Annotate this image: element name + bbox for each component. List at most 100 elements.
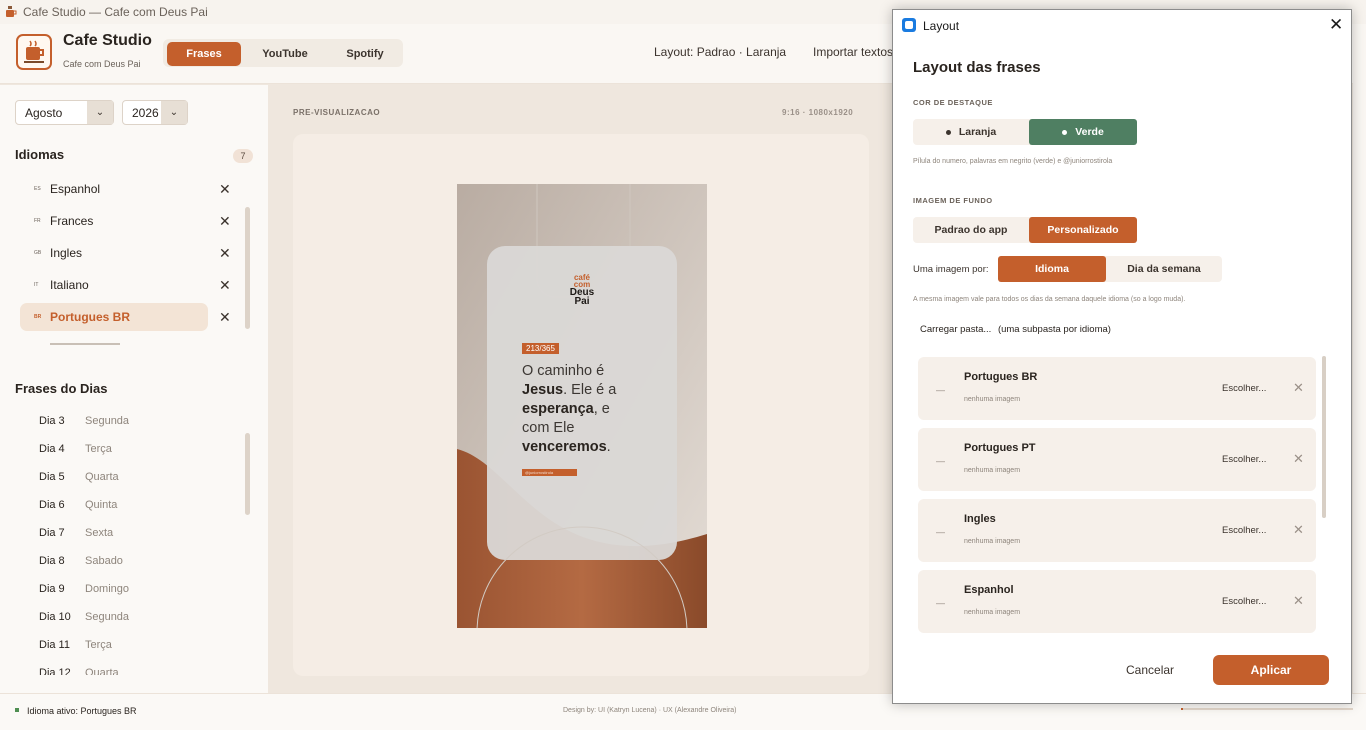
language-item[interactable]: IT Italiano	[20, 271, 208, 299]
quote-text: . Ele é a	[563, 382, 617, 398]
image-row: — Portugues BR nenhuma imagem Escolher... ✕	[918, 357, 1316, 420]
apply-button[interactable]: Aplicar	[1213, 655, 1329, 685]
day-counter-pill: 213/365	[522, 343, 559, 354]
image-row: — Espanhol nenhuma imagem Escolher... ✕	[918, 570, 1316, 633]
accent-note: Pílula do numero, palavras em negrito (v…	[913, 158, 1113, 165]
day-item[interactable]: Dia 8 Sabado	[39, 555, 239, 567]
language-item[interactable]: GB Ingles	[20, 239, 208, 267]
progress-fill	[1181, 708, 1183, 710]
rows-scrollbar[interactable]	[1322, 356, 1326, 518]
remove-icon[interactable]: ✕	[219, 309, 231, 326]
remove-icon[interactable]: ✕	[219, 277, 231, 294]
flag-code: ES	[34, 186, 41, 192]
languages-scrollbar[interactable]	[245, 207, 250, 329]
quote-bold-word: esperança	[522, 401, 594, 417]
bg-option-custom[interactable]: Personalizado	[1029, 217, 1137, 243]
thumbnail-placeholder: —	[936, 456, 945, 466]
dot-icon	[945, 129, 951, 135]
thumbnail-placeholder: —	[936, 527, 945, 537]
weekday-label: Sexta	[85, 527, 114, 539]
row-name: Portugues PT	[964, 442, 1036, 454]
day-item[interactable]: Dia 9 Domingo	[39, 583, 239, 595]
load-folder-button[interactable]: Carregar pasta...	[920, 324, 991, 335]
logo-line: Pai	[574, 296, 590, 307]
quote-line: O caminho é	[522, 362, 616, 381]
day-item[interactable]: Dia 3 Segunda	[39, 415, 239, 427]
per-note: A mesma imagem vale para todos os dias d…	[913, 296, 1186, 303]
day-label: Dia 5	[39, 471, 65, 483]
days-scrollbar[interactable]	[245, 433, 250, 515]
choose-button[interactable]: Escolher...	[1222, 596, 1266, 607]
image-row: — Portugues PT nenhuma imagem Escolher... ✕	[918, 428, 1316, 491]
quote-text: O caminho é	[522, 363, 605, 379]
weekday-label: Terça	[85, 443, 112, 455]
day-item[interactable]: Dia 5 Quarta	[39, 471, 239, 483]
bg-option-default[interactable]: Padrao do app	[913, 217, 1029, 243]
month-select[interactable]: Agosto ⌄	[15, 100, 114, 125]
day-item[interactable]: Dia 4 Terça	[39, 443, 239, 455]
weekday-label: Domingo	[85, 583, 130, 595]
quote-line: esperança, e	[522, 400, 616, 419]
choose-button[interactable]: Escolher...	[1222, 525, 1266, 536]
accent-option-verde[interactable]: Verde	[1029, 119, 1137, 145]
flag-code: IT	[34, 282, 39, 288]
language-name: Ingles	[50, 246, 83, 260]
option-label: Verde	[1075, 126, 1104, 138]
remove-icon[interactable]: ✕	[219, 245, 231, 262]
quote-text: com Ele	[522, 420, 575, 436]
choose-button[interactable]: Escolher...	[1222, 454, 1266, 465]
remove-icon[interactable]: ✕	[219, 181, 231, 198]
month-value: Agosto	[25, 105, 63, 120]
sidebar: Agosto ⌄ 2026 ⌄ Idiomas 7 ES Espanhol ✕ FR F…	[0, 85, 268, 693]
cancel-button[interactable]: Cancelar	[1126, 663, 1174, 677]
year-select[interactable]: 2026 ⌄	[122, 100, 188, 125]
tab-spotify[interactable]: Spotify	[327, 42, 403, 66]
day-label: Dia 12	[39, 667, 71, 675]
dialog-window-title: Layout	[923, 19, 960, 33]
day-item[interactable]: Dia 10 Segunda	[39, 611, 239, 623]
day-item[interactable]: Dia 7 Sexta	[39, 527, 239, 539]
tab-frases[interactable]: Frases	[167, 42, 241, 66]
day-label: Dia 10	[39, 611, 71, 623]
tab-youtube[interactable]: YouTube	[247, 42, 323, 66]
quote-bold-word: venceremos	[522, 439, 607, 455]
day-item[interactable]: Dia 12 Quarta	[39, 667, 239, 675]
day-item[interactable]: Dia 11 Terça	[39, 639, 239, 651]
load-folder-row: Carregar pasta... (uma subpasta por idio…	[920, 324, 1111, 335]
poster-handle: @juniorrostirola	[522, 469, 577, 476]
chevron-down-icon: ⌄	[87, 101, 113, 124]
language-item-active[interactable]: BR Portugues BR	[20, 303, 208, 331]
language-name: Espanhol	[50, 182, 101, 196]
app-subtitle: Cafe com Deus Pai	[63, 59, 141, 69]
row-status: nenhuma imagem	[964, 538, 1021, 545]
weekday-label: Quarta	[85, 471, 119, 483]
day-label: Dia 3	[39, 415, 65, 427]
weekday-label: Quinta	[85, 499, 118, 511]
remove-icon[interactable]: ✕	[1293, 522, 1304, 538]
row-status: nenhuma imagem	[964, 396, 1021, 403]
flag-code: FR	[34, 218, 41, 224]
accent-option-laranja[interactable]: Laranja	[913, 119, 1029, 145]
day-item[interactable]: Dia 6 Quinta	[39, 499, 239, 511]
row-name: Ingles	[964, 513, 996, 525]
remove-icon[interactable]: ✕	[1293, 380, 1304, 396]
language-item[interactable]: ES Espanhol	[20, 175, 208, 203]
per-option-idioma[interactable]: Idioma	[998, 256, 1106, 282]
languages-count-badge: 7	[233, 149, 253, 163]
choose-button[interactable]: Escolher...	[1222, 383, 1266, 394]
app-name: Cafe Studio	[63, 32, 152, 49]
close-icon[interactable]: ✕	[1329, 15, 1343, 35]
per-option-dia[interactable]: Dia da semana	[1106, 256, 1222, 282]
remove-icon[interactable]: ✕	[1293, 593, 1304, 609]
layout-button[interactable]: Layout: Padrao · Laranja	[654, 45, 786, 59]
quote-text: , e	[593, 401, 610, 417]
import-texts-button[interactable]: Importar textos	[813, 45, 893, 59]
remove-icon[interactable]: ✕	[1293, 451, 1304, 467]
per-label: Uma imagem por:	[913, 264, 989, 275]
remove-icon[interactable]: ✕	[219, 213, 231, 230]
window-icon	[902, 18, 916, 32]
progress-track	[1181, 708, 1353, 710]
weekday-label: Terça	[85, 639, 112, 651]
language-item[interactable]: FR Frances	[20, 207, 208, 235]
language-name: Italiano	[50, 278, 89, 292]
